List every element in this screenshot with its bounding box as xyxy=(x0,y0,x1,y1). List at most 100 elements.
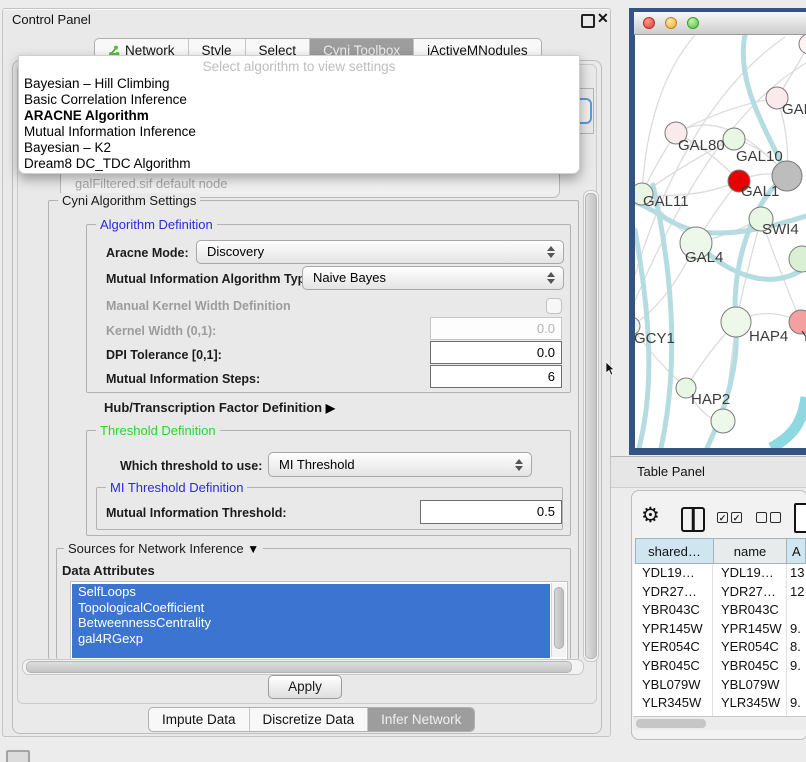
which-threshold-select[interactable]: MI Threshold xyxy=(268,452,532,477)
collapse-down-icon: ▼ xyxy=(247,542,259,556)
aracne-mode-select[interactable]: Discovery xyxy=(196,240,564,264)
float-panel-icon[interactable] xyxy=(581,14,595,28)
node-label: SWI4 xyxy=(762,221,799,238)
table-row[interactable]: YPR145W YPR145W 9. xyxy=(633,620,806,639)
settings-vertical-scrollbar[interactable] xyxy=(583,190,599,662)
cell-shared-name: YBR043C xyxy=(633,601,712,620)
network-edge-thick xyxy=(771,397,806,448)
node-label: Y xyxy=(801,328,806,345)
network-graph xyxy=(635,35,806,448)
tab-discretize-data[interactable]: Discretize Data xyxy=(249,708,368,731)
dpi-tolerance-field[interactable]: 0.0 xyxy=(430,341,562,364)
algorithm-definition-title: Algorithm Definition xyxy=(96,217,217,232)
apply-button[interactable]: Apply xyxy=(268,675,342,699)
minimize-window-button[interactable] xyxy=(665,17,677,29)
dropdown-option[interactable]: Mutual Information Inference xyxy=(19,124,579,140)
mi-steps-field[interactable]: 6 xyxy=(430,365,562,388)
kernel-width-label: Kernel Width (0,1): xyxy=(106,324,216,338)
column-header-name[interactable]: name xyxy=(713,538,787,564)
sources-group-title[interactable]: Sources for Network Inference ▼ xyxy=(64,541,263,556)
gear-icon[interactable]: ⚙ xyxy=(641,503,660,528)
zoom-window-button[interactable] xyxy=(687,17,699,29)
dropdown-option[interactable]: Dream8 DC_TDC Algorithm xyxy=(19,156,579,172)
node-label: GAL4 xyxy=(685,249,723,266)
selected-attributes-block: SelfLoops TopologicalCoefficient Between… xyxy=(72,584,550,658)
cell-value: 9. xyxy=(786,620,806,639)
cell-name: YBR043C xyxy=(712,601,786,620)
dropdown-option[interactable]: Bayesian – Hill Climbing xyxy=(19,76,579,92)
check-all-icon[interactable]: ✓ xyxy=(717,512,728,523)
dropdown-options: Bayesian – Hill Climbing Basic Correlati… xyxy=(19,76,579,172)
control-panel-title: Control Panel xyxy=(12,12,91,27)
uncheck-all-icon[interactable] xyxy=(770,512,781,523)
list-item[interactable]: SelfLoops xyxy=(72,584,550,600)
table-row[interactable]: YER054C YER054C 8. xyxy=(633,638,806,657)
column-header-next[interactable]: A xyxy=(786,538,806,564)
mi-threshold-group-title: MI Threshold Definition xyxy=(106,480,247,495)
network-canvas[interactable]: GAL GAL80 GAL10 GAL1 GAL11 SWI4 GAL4 GCY… xyxy=(635,35,806,448)
node-label: GAL10 xyxy=(736,148,783,165)
column-header-shared[interactable]: shared… xyxy=(635,538,714,564)
scrollbar-thumb[interactable] xyxy=(26,661,572,673)
tab-infer-network[interactable]: Infer Network xyxy=(367,708,474,731)
kernel-width-field: 0.0 xyxy=(430,317,562,340)
node-label: GAL11 xyxy=(643,193,689,210)
network-node[interactable] xyxy=(799,35,806,54)
screen: Control Panel ✕ Network Style Select Cyn… xyxy=(0,0,806,762)
cell-shared-name: YBR045C xyxy=(633,657,712,676)
network-node[interactable] xyxy=(723,128,745,150)
network-node[interactable] xyxy=(721,307,751,337)
data-attributes-list[interactable]: SelfLoops TopologicalCoefficient Between… xyxy=(70,581,568,660)
minimized-panel-icon[interactable] xyxy=(6,750,30,762)
scrollbar-thumb[interactable] xyxy=(554,587,564,649)
table-horizontal-scrollbar[interactable] xyxy=(633,716,806,730)
table-panel-title: Table Panel xyxy=(637,464,705,479)
table-row[interactable]: YDR27… YDR27… 12 xyxy=(633,583,806,602)
mi-threshold-label: Mutual Information Threshold: xyxy=(106,506,287,520)
scrollbar-thumb[interactable] xyxy=(585,193,597,659)
cell-shared-name: YDL19… xyxy=(633,564,712,583)
network-window-titlebar[interactable] xyxy=(634,12,806,35)
dropdown-option[interactable]: Basic Correlation Inference xyxy=(19,92,579,108)
dropdown-placeholder[interactable]: Select algorithm to view settings xyxy=(19,59,579,74)
document-icon[interactable] xyxy=(794,503,806,533)
data-attributes-label: Data Attributes xyxy=(62,563,155,578)
table-row[interactable]: YBL079W YBL079W xyxy=(633,676,806,695)
mi-threshold-field[interactable]: 0.5 xyxy=(420,500,562,524)
dropdown-option[interactable]: ARACNE Algorithm xyxy=(19,108,579,124)
cell-shared-name: YLR345W xyxy=(633,694,712,713)
network-node[interactable] xyxy=(789,246,806,272)
hub-definition-toggle[interactable]: Hub/Transcription Factor Definition ▶ xyxy=(104,400,335,415)
close-panel-icon[interactable]: ✕ xyxy=(597,10,609,27)
table-row[interactable]: YLR345W YLR345W 9. xyxy=(633,694,806,713)
table-row[interactable]: YBR045C YBR045C 9. xyxy=(633,657,806,676)
close-window-button[interactable] xyxy=(643,17,655,29)
node-label: HAP4 xyxy=(749,328,788,345)
mi-steps-label: Mutual Information Steps: xyxy=(106,372,260,386)
list-item[interactable]: gal4RGexp xyxy=(72,631,550,647)
cell-name: YBR045C xyxy=(712,657,786,676)
table-row[interactable]: YDL19… YDL19… 13 xyxy=(633,564,806,583)
cell-value: 9. xyxy=(786,657,806,676)
node-label: HAP2 xyxy=(691,391,730,408)
table-row[interactable]: YBR043C YBR043C xyxy=(633,601,806,620)
scrollbar-thumb[interactable] xyxy=(636,719,706,728)
settings-horizontal-scrollbar[interactable] xyxy=(22,659,584,675)
dropdown-option[interactable]: Bayesian – K2 xyxy=(19,140,579,156)
table-body[interactable]: YDL19… YDL19… 13 YDR27… YDR27… 12 YBR043… xyxy=(633,564,806,716)
split-columns-icon[interactable] xyxy=(681,507,705,532)
list-item[interactable]: BetweennessCentrality xyxy=(72,615,550,631)
cell-value: 8. xyxy=(786,638,806,657)
check-all-icon[interactable]: ✓ xyxy=(731,512,742,523)
node-label: GAL xyxy=(782,101,806,118)
list-item[interactable]: TopologicalCoefficient xyxy=(72,600,550,616)
mi-type-select[interactable]: Naive Bayes xyxy=(302,266,564,290)
uncheck-all-icon[interactable] xyxy=(756,512,767,523)
network-node[interactable] xyxy=(711,409,735,433)
mouse-cursor xyxy=(606,362,616,381)
algorithm-dropdown-popup: Select algorithm to view settings Bayesi… xyxy=(18,55,580,174)
tab-impute-data[interactable]: Impute Data xyxy=(149,708,249,731)
expand-right-icon: ▶ xyxy=(326,401,335,415)
attributes-scrollbar[interactable] xyxy=(551,583,566,657)
cell-value xyxy=(786,601,806,620)
